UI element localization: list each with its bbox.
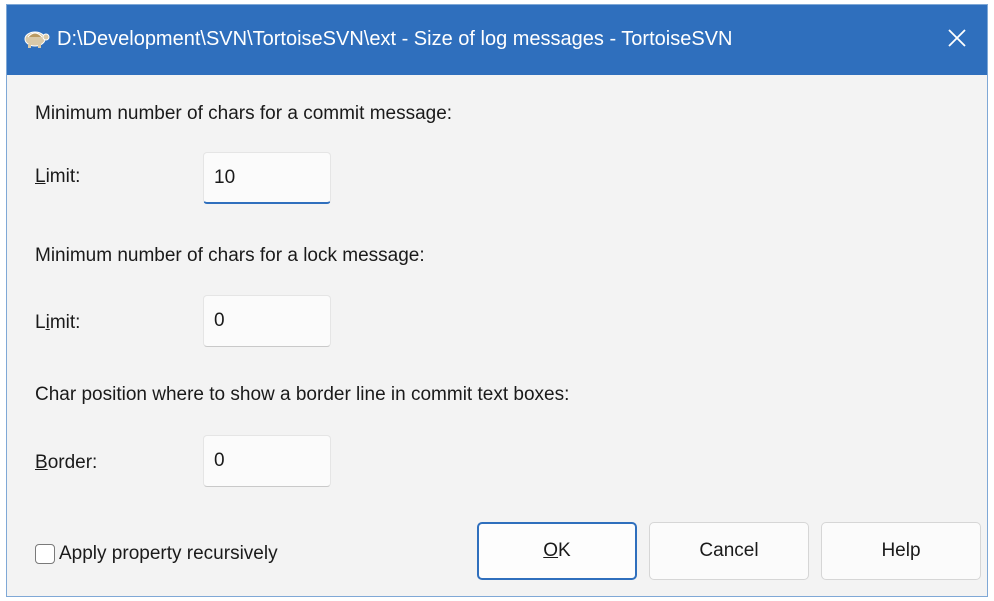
lock-limit-input[interactable] <box>203 295 331 347</box>
cancel-label: Cancel <box>699 540 759 561</box>
border-input[interactable] <box>203 435 331 487</box>
ok-button[interactable]: OK <box>477 522 637 580</box>
border-position-heading: Char position where to show a border lin… <box>35 384 570 405</box>
lock-min-heading: Minimum number of chars for a lock messa… <box>35 245 425 266</box>
close-button[interactable] <box>927 5 987 75</box>
title-bar[interactable]: D:\Development\SVN\TortoiseSVN\ext - Siz… <box>7 5 987 75</box>
window-title: D:\Development\SVN\TortoiseSVN\ext - Siz… <box>57 28 733 50</box>
commit-min-heading: Minimum number of chars for a commit mes… <box>35 103 453 124</box>
commit-limit-label: Limit: <box>35 166 81 187</box>
apply-recursively-label: Apply property recursively <box>59 543 278 564</box>
cancel-button[interactable]: Cancel <box>649 522 809 580</box>
lock-limit-label: Limit: <box>35 312 81 333</box>
apply-recursively-option[interactable]: Apply property recursively <box>35 543 278 565</box>
commit-limit-input[interactable] <box>203 152 331 204</box>
apply-recursively-checkbox[interactable] <box>35 544 55 564</box>
border-label: Border: <box>35 452 98 473</box>
dialog-window: D:\Development\SVN\TortoiseSVN\ext - Siz… <box>6 4 988 597</box>
close-icon <box>948 28 966 52</box>
tortoise-icon <box>21 25 51 51</box>
help-button[interactable]: Help <box>821 522 981 580</box>
help-label: Help <box>881 540 921 561</box>
